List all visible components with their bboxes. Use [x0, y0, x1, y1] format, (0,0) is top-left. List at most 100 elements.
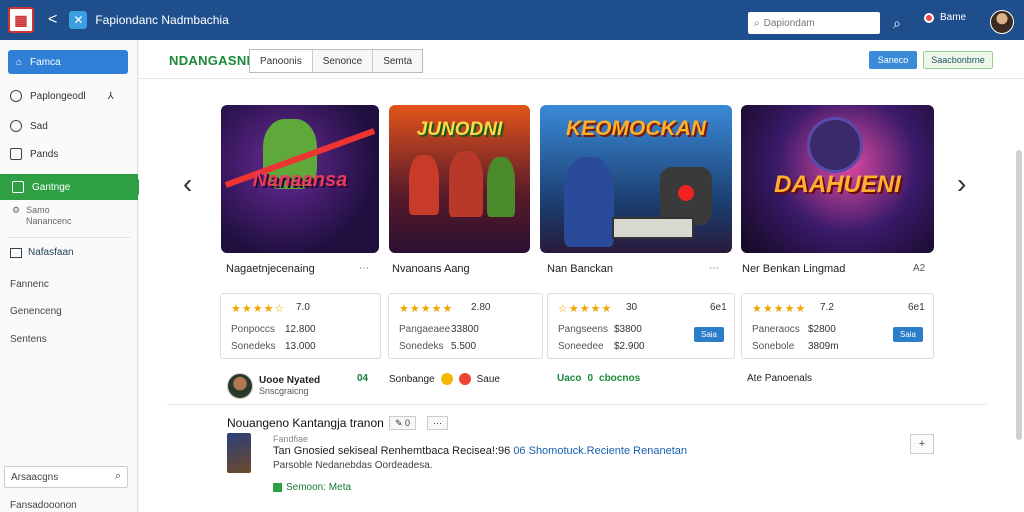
notification-label: Bame — [940, 12, 967, 23]
more-icon[interactable]: ⋯ — [709, 263, 719, 274]
rating-stars-icon: ★★★★☆ — [231, 303, 286, 315]
window-title: Fapiondanc Nadmbachia — [95, 13, 229, 27]
uaco-value: 0 — [587, 373, 594, 384]
social-uaco[interactable]: Uaco 0 cbocnos — [557, 373, 640, 384]
tab-bar: Panoonis Senonce Semta — [249, 49, 424, 73]
sidebar-sub-label-2: Nanancenc — [26, 216, 72, 226]
search-placeholder: Dapiondam — [763, 17, 815, 29]
stat-label: Pangseens — [558, 324, 609, 335]
header-divider — [139, 78, 1024, 79]
controller-button-illustration — [678, 185, 694, 201]
social-user-sub: Snscgraicng — [259, 386, 309, 396]
more-chip[interactable]: ⋯ — [427, 416, 448, 430]
primary-button[interactable]: Saneco — [869, 51, 917, 69]
sidebar-sub-label-1: Samo — [26, 205, 50, 215]
sidebar-item-home[interactable]: ⌂ Famca — [8, 50, 128, 74]
user-avatar[interactable] — [990, 10, 1014, 34]
edit-chip[interactable]: ✎ 0 — [389, 416, 417, 430]
window-icon — [12, 181, 24, 193]
stat-label: Sonedeks — [399, 341, 444, 352]
sidebar-item-label: Sad — [30, 120, 48, 132]
notification-badge-icon — [924, 12, 934, 23]
rating-extra: 6e1 — [908, 302, 925, 313]
stat-label: Ponpoccs — [231, 324, 275, 335]
back-arrow-icon[interactable]: < — [48, 11, 57, 29]
sidebar: ⌂ Famca Paplongeodl ⅄ Sad Pands Gantnge … — [0, 40, 146, 512]
rating-value: 2.80 — [471, 302, 491, 313]
game-sign-illustration — [612, 217, 694, 239]
news-thumbnail[interactable] — [227, 433, 251, 473]
news-body-line: Tan Gnosied sekiseal Renhemtbaca Recisea… — [273, 445, 687, 457]
stat-value: $3800 — [614, 324, 642, 335]
tag-icon — [273, 483, 282, 492]
sidebar-item-label: Paplongeodl — [30, 90, 86, 102]
status-badge[interactable]: Saia — [694, 327, 724, 342]
social-right-label[interactable]: Ate Panoenals — [747, 373, 812, 384]
game-card-title[interactable]: Nagaetnjecenaing — [226, 263, 315, 275]
character-illustration — [409, 155, 439, 215]
status-badge[interactable]: Saia — [893, 327, 923, 342]
news-link[interactable]: 06 Shomotuck.Reciente Renanetan — [513, 445, 687, 457]
sidebar-section-header[interactable]: Nafasfaan — [10, 247, 74, 258]
sidebar-search-input[interactable]: Arsaacgns ⌕ — [4, 466, 128, 488]
tab-3[interactable]: Semta — [373, 50, 423, 72]
sidebar-item-1[interactable]: Paplongeodl ⅄ — [10, 90, 114, 102]
app-logo-icon: ✕ — [69, 11, 88, 29]
tab-2[interactable]: Senonce — [312, 50, 374, 72]
social-user[interactable]: Uooe Nyated Snscgraicng — [227, 373, 320, 399]
sidebar-footer[interactable]: Fansadooonon — [10, 500, 77, 511]
stat-value: 13.000 — [285, 341, 316, 352]
stat-label: Sonebole — [752, 341, 795, 352]
app-icon[interactable]: ▦ — [8, 7, 34, 33]
stat-value: 3809m — [808, 341, 839, 352]
main-content: NDANGASNI Panoonis Senonce Semta Saneco … — [139, 40, 1024, 512]
clock-icon — [10, 90, 22, 102]
sidebar-sub-item[interactable]: ⚙ Samo Nanancenc — [12, 205, 72, 227]
search-icon[interactable]: ⌕ — [886, 12, 908, 34]
grid-icon — [10, 148, 22, 160]
tab-1[interactable]: Panoonis — [250, 50, 313, 72]
rating-stars-icon: ★★★★★ — [399, 303, 454, 315]
more-icon[interactable]: ⋯ — [359, 263, 369, 274]
game-card-image[interactable]: DAAHUENI — [741, 105, 934, 253]
search-input[interactable]: ⌕ Dapiondam — [748, 12, 880, 34]
stat-value: $2.900 — [614, 341, 645, 352]
news-meta: Fandfiae — [273, 434, 309, 444]
rating-value: 30 — [626, 302, 638, 313]
add-button[interactable]: + — [910, 434, 934, 454]
game-card-image[interactable]: Nanaansa — [221, 105, 379, 253]
stat-label: Sonedeks — [231, 341, 276, 352]
notification-button[interactable]: Bame — [924, 12, 966, 23]
brand-title: NDANGASNI — [169, 53, 251, 68]
sidebar-item-plain-1[interactable]: Fannenc — [10, 279, 49, 290]
secondary-button[interactable]: Saacbonbrne — [923, 51, 993, 69]
game-logo-text: KEOMOCKAN — [566, 117, 706, 140]
sidebar-item-active[interactable]: Gantnge — [0, 174, 146, 200]
game-card-image[interactable]: KEOMOCKAN — [540, 105, 732, 253]
character-illustration — [487, 157, 515, 217]
search-icon: ⌕ — [114, 470, 121, 482]
vertical-scrollbar[interactable] — [1016, 150, 1022, 440]
folder-icon — [10, 247, 22, 258]
sidebar-item-3[interactable]: Pands — [10, 148, 58, 160]
card-extra-label: A2 — [913, 263, 926, 274]
game-card-title[interactable]: Nan Banckan — [547, 263, 613, 275]
sidebar-item-2[interactable]: Sad — [10, 120, 48, 132]
game-card-title[interactable]: Nvanoans Aang — [392, 263, 470, 275]
news-tag[interactable]: Semoon: Meta — [273, 482, 351, 493]
game-logo-text: Nanaansa — [252, 169, 348, 191]
news-title[interactable]: Nouangeno Kantangja tranon — [227, 416, 384, 430]
social-user-name: Uooe Nyated — [259, 375, 321, 386]
game-card-image[interactable]: JUNODNI — [389, 105, 530, 253]
rating-stars-icon: ☆★★★★ — [558, 303, 613, 315]
social-reactions[interactable]: Sonbange Saue — [389, 373, 500, 385]
sidebar-item-plain-3[interactable]: Sentens — [10, 334, 47, 345]
game-card-title[interactable]: Ner Benkan Lingmad — [742, 263, 845, 275]
search-small-icon: ⌕ — [754, 17, 760, 29]
carousel-next-icon[interactable]: › — [957, 170, 966, 198]
sidebar-item-plain-2[interactable]: Genenceng — [10, 306, 62, 317]
news-tag-label: Semoon: Meta — [286, 482, 352, 493]
sidebar-item-label: Pands — [30, 148, 59, 160]
sidebar-home-label: Famca — [30, 56, 61, 68]
carousel-prev-icon[interactable]: ‹ — [183, 170, 192, 198]
